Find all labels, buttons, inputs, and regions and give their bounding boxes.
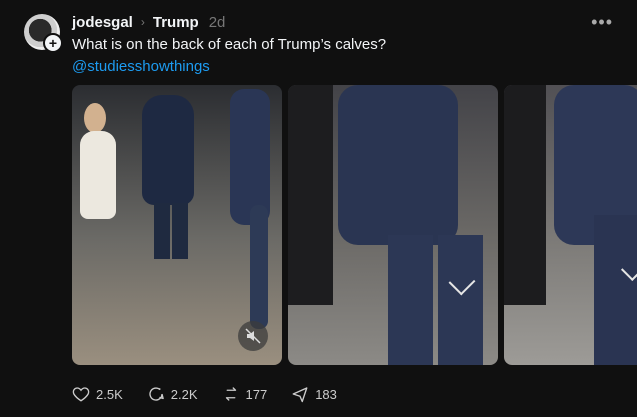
media-image-2[interactable]	[288, 85, 498, 365]
like-count: 2.5K	[96, 386, 123, 402]
share-button[interactable]: 183	[291, 385, 337, 403]
post-header: jodesgal › Trump 2d	[72, 12, 225, 32]
repost-icon	[225, 387, 236, 401]
repost-count: 177	[245, 386, 268, 402]
avatar-container[interactable]: +	[24, 14, 63, 53]
share-count: 183	[315, 386, 337, 402]
post-time: 2d	[208, 13, 226, 31]
send-icon	[292, 387, 308, 403]
username[interactable]: jodesgal	[72, 14, 133, 31]
chevron-right-icon: ›	[140, 15, 145, 29]
reply-count: 2.2K	[170, 386, 198, 402]
post-text: What is on the back of each of Trump’s c…	[72, 36, 387, 53]
more-icon[interactable]: •••	[591, 12, 613, 33]
comment-icon	[149, 387, 164, 401]
repost-button[interactable]: 177	[222, 385, 268, 403]
media-video-1[interactable]	[72, 85, 282, 365]
mute-icon[interactable]	[238, 321, 268, 351]
mention-link[interactable]: @studiesshowthings	[72, 58, 210, 75]
media-carousel[interactable]	[72, 85, 637, 365]
topic-tag[interactable]: Trump	[153, 14, 199, 31]
heart-icon	[72, 387, 90, 402]
reply-button[interactable]: 2.2K	[147, 385, 198, 403]
action-bar: 2.5K 2.2K 177 183	[72, 385, 337, 403]
like-button[interactable]: 2.5K	[72, 385, 123, 403]
follow-plus-icon[interactable]: +	[43, 33, 63, 53]
media-image-3[interactable]	[504, 85, 637, 365]
